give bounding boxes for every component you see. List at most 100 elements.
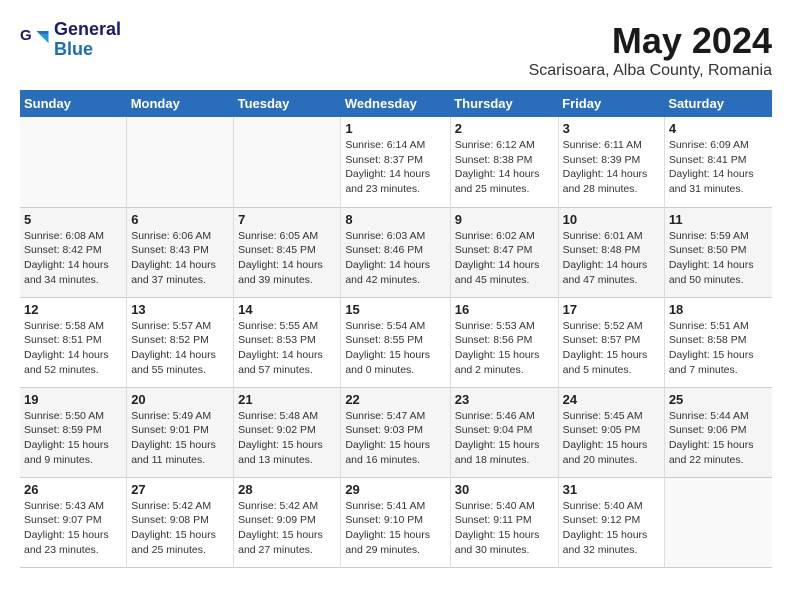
day-info: Sunrise: 5:54 AM Sunset: 8:55 PM Dayligh… [345, 319, 445, 378]
calendar-cell [664, 477, 772, 567]
day-number: 11 [669, 212, 768, 227]
day-header-tuesday: Tuesday [234, 90, 341, 117]
day-info: Sunrise: 5:59 AM Sunset: 8:50 PM Dayligh… [669, 229, 768, 288]
calendar-cell: 4 Sunrise: 6:09 AM Sunset: 8:41 PM Daylig… [664, 117, 772, 207]
day-info: Sunrise: 6:03 AM Sunset: 8:46 PM Dayligh… [345, 229, 445, 288]
day-number: 19 [24, 392, 122, 407]
calendar-week-2: 5 Sunrise: 6:08 AM Sunset: 8:42 PM Daylig… [20, 207, 772, 297]
day-info: Sunrise: 5:52 AM Sunset: 8:57 PM Dayligh… [563, 319, 660, 378]
calendar-cell: 15 Sunrise: 5:54 AM Sunset: 8:55 PM Dayli… [341, 297, 450, 387]
logo-icon: G [20, 25, 50, 55]
day-number: 6 [131, 212, 229, 227]
calendar-cell: 1 Sunrise: 6:14 AM Sunset: 8:37 PM Daylig… [341, 117, 450, 207]
calendar-cell: 6 Sunrise: 6:06 AM Sunset: 8:43 PM Daylig… [127, 207, 234, 297]
calendar-cell [127, 117, 234, 207]
svg-text:G: G [20, 27, 32, 44]
calendar-cell [20, 117, 127, 207]
calendar-cell: 27 Sunrise: 5:42 AM Sunset: 9:08 PM Dayli… [127, 477, 234, 567]
day-info: Sunrise: 5:44 AM Sunset: 9:06 PM Dayligh… [669, 409, 768, 468]
calendar-cell: 29 Sunrise: 5:41 AM Sunset: 9:10 PM Dayli… [341, 477, 450, 567]
calendar-cell: 23 Sunrise: 5:46 AM Sunset: 9:04 PM Dayli… [450, 387, 558, 477]
day-info: Sunrise: 6:02 AM Sunset: 8:47 PM Dayligh… [455, 229, 554, 288]
calendar-week-4: 19 Sunrise: 5:50 AM Sunset: 8:59 PM Dayli… [20, 387, 772, 477]
day-number: 27 [131, 482, 229, 497]
day-info: Sunrise: 5:57 AM Sunset: 8:52 PM Dayligh… [131, 319, 229, 378]
day-info: Sunrise: 5:46 AM Sunset: 9:04 PM Dayligh… [455, 409, 554, 468]
day-info: Sunrise: 5:42 AM Sunset: 9:09 PM Dayligh… [238, 499, 336, 558]
calendar-cell: 19 Sunrise: 5:50 AM Sunset: 8:59 PM Dayli… [20, 387, 127, 477]
calendar-cell: 2Sunrise: 6:12 AM Sunset: 8:38 PM Daylig… [450, 117, 558, 207]
day-info: Sunrise: 6:06 AM Sunset: 8:43 PM Dayligh… [131, 229, 229, 288]
day-number: 3 [563, 121, 660, 136]
day-info: Sunrise: 5:47 AM Sunset: 9:03 PM Dayligh… [345, 409, 445, 468]
calendar-cell: 28 Sunrise: 5:42 AM Sunset: 9:09 PM Dayli… [234, 477, 341, 567]
logo-line1: General [54, 20, 121, 40]
day-info: Sunrise: 5:45 AM Sunset: 9:05 PM Dayligh… [563, 409, 660, 468]
calendar-cell: 3 Sunrise: 6:11 AM Sunset: 8:39 PM Daylig… [558, 117, 664, 207]
calendar-cell: 5 Sunrise: 6:08 AM Sunset: 8:42 PM Daylig… [20, 207, 127, 297]
calendar-cell [234, 117, 341, 207]
day-number: 17 [563, 302, 660, 317]
day-header-saturday: Saturday [664, 90, 772, 117]
day-info: Sunrise: 5:41 AM Sunset: 9:10 PM Dayligh… [345, 499, 445, 558]
day-info: Sunrise: 5:43 AM Sunset: 9:07 PM Dayligh… [24, 499, 122, 558]
days-header-row: SundayMondayTuesdayWednesdayThursdayFrid… [20, 90, 772, 117]
day-number: 29 [345, 482, 445, 497]
day-info: Sunrise: 6:08 AM Sunset: 8:42 PM Dayligh… [24, 229, 122, 288]
calendar-cell: 13Sunrise: 5:57 AM Sunset: 8:52 PM Dayli… [127, 297, 234, 387]
day-info: Sunrise: 6:12 AM Sunset: 8:38 PM Dayligh… [455, 138, 554, 197]
day-number: 15 [345, 302, 445, 317]
day-info: Sunrise: 5:49 AM Sunset: 9:01 PM Dayligh… [131, 409, 229, 468]
day-info: Sunrise: 5:53 AM Sunset: 8:56 PM Dayligh… [455, 319, 554, 378]
day-number: 25 [669, 392, 768, 407]
day-number: 16 [455, 302, 554, 317]
day-header-friday: Friday [558, 90, 664, 117]
day-info: Sunrise: 5:50 AM Sunset: 8:59 PM Dayligh… [24, 409, 122, 468]
day-number: 28 [238, 482, 336, 497]
day-info: Sunrise: 6:05 AM Sunset: 8:45 PM Dayligh… [238, 229, 336, 288]
calendar-table: SundayMondayTuesdayWednesdayThursdayFrid… [20, 90, 772, 568]
calendar-cell: 14Sunrise: 5:55 AM Sunset: 8:53 PM Dayli… [234, 297, 341, 387]
calendar-cell: 30 Sunrise: 5:40 AM Sunset: 9:11 PM Dayli… [450, 477, 558, 567]
main-title: May 2024 [529, 20, 772, 62]
day-info: Sunrise: 5:51 AM Sunset: 8:58 PM Dayligh… [669, 319, 768, 378]
day-info: Sunrise: 6:01 AM Sunset: 8:48 PM Dayligh… [563, 229, 660, 288]
calendar-cell: 18 Sunrise: 5:51 AM Sunset: 8:58 PM Dayli… [664, 297, 772, 387]
calendar-cell: 20 Sunrise: 5:49 AM Sunset: 9:01 PM Dayli… [127, 387, 234, 477]
logo-text: General Blue [54, 20, 121, 60]
day-info: Sunrise: 5:40 AM Sunset: 9:11 PM Dayligh… [455, 499, 554, 558]
day-number: 14 [238, 302, 336, 317]
calendar-cell: 17 Sunrise: 5:52 AM Sunset: 8:57 PM Dayli… [558, 297, 664, 387]
day-number: 18 [669, 302, 768, 317]
day-info: Sunrise: 5:42 AM Sunset: 9:08 PM Dayligh… [131, 499, 229, 558]
day-number: 20 [131, 392, 229, 407]
day-number: 21 [238, 392, 336, 407]
day-info: Sunrise: 5:48 AM Sunset: 9:02 PM Dayligh… [238, 409, 336, 468]
calendar-cell: 11 Sunrise: 5:59 AM Sunset: 8:50 PM Dayli… [664, 207, 772, 297]
subtitle: Scarisoara, Alba County, Romania [529, 62, 772, 80]
day-header-sunday: Sunday [20, 90, 127, 117]
calendar-cell: 10Sunrise: 6:01 AM Sunset: 8:48 PM Dayli… [558, 207, 664, 297]
day-info: Sunrise: 6:11 AM Sunset: 8:39 PM Dayligh… [563, 138, 660, 197]
calendar-cell: 8 Sunrise: 6:03 AM Sunset: 8:46 PM Daylig… [341, 207, 450, 297]
day-number: 5 [24, 212, 122, 227]
day-info: Sunrise: 5:40 AM Sunset: 9:12 PM Dayligh… [563, 499, 660, 558]
title-block: May 2024 Scarisoara, Alba County, Romani… [529, 20, 772, 80]
day-info: Sunrise: 6:14 AM Sunset: 8:37 PM Dayligh… [345, 138, 445, 197]
day-info: Sunrise: 6:09 AM Sunset: 8:41 PM Dayligh… [669, 138, 768, 197]
day-header-wednesday: Wednesday [341, 90, 450, 117]
day-number: 12 [24, 302, 122, 317]
calendar-cell: 16 Sunrise: 5:53 AM Sunset: 8:56 PM Dayli… [450, 297, 558, 387]
day-info: Sunrise: 5:58 AM Sunset: 8:51 PM Dayligh… [24, 319, 122, 378]
calendar-week-3: 12 Sunrise: 5:58 AM Sunset: 8:51 PM Dayli… [20, 297, 772, 387]
day-number: 1 [345, 121, 445, 136]
day-number: 8 [345, 212, 445, 227]
day-number: 4 [669, 121, 768, 136]
day-number: 30 [455, 482, 554, 497]
calendar-cell: 7Sunrise: 6:05 AM Sunset: 8:45 PM Daylig… [234, 207, 341, 297]
calendar-cell: 12 Sunrise: 5:58 AM Sunset: 8:51 PM Dayli… [20, 297, 127, 387]
calendar-cell: 24Sunrise: 5:45 AM Sunset: 9:05 PM Dayli… [558, 387, 664, 477]
day-number: 26 [24, 482, 122, 497]
day-number: 23 [455, 392, 554, 407]
calendar-cell: 31Sunrise: 5:40 AM Sunset: 9:12 PM Dayli… [558, 477, 664, 567]
